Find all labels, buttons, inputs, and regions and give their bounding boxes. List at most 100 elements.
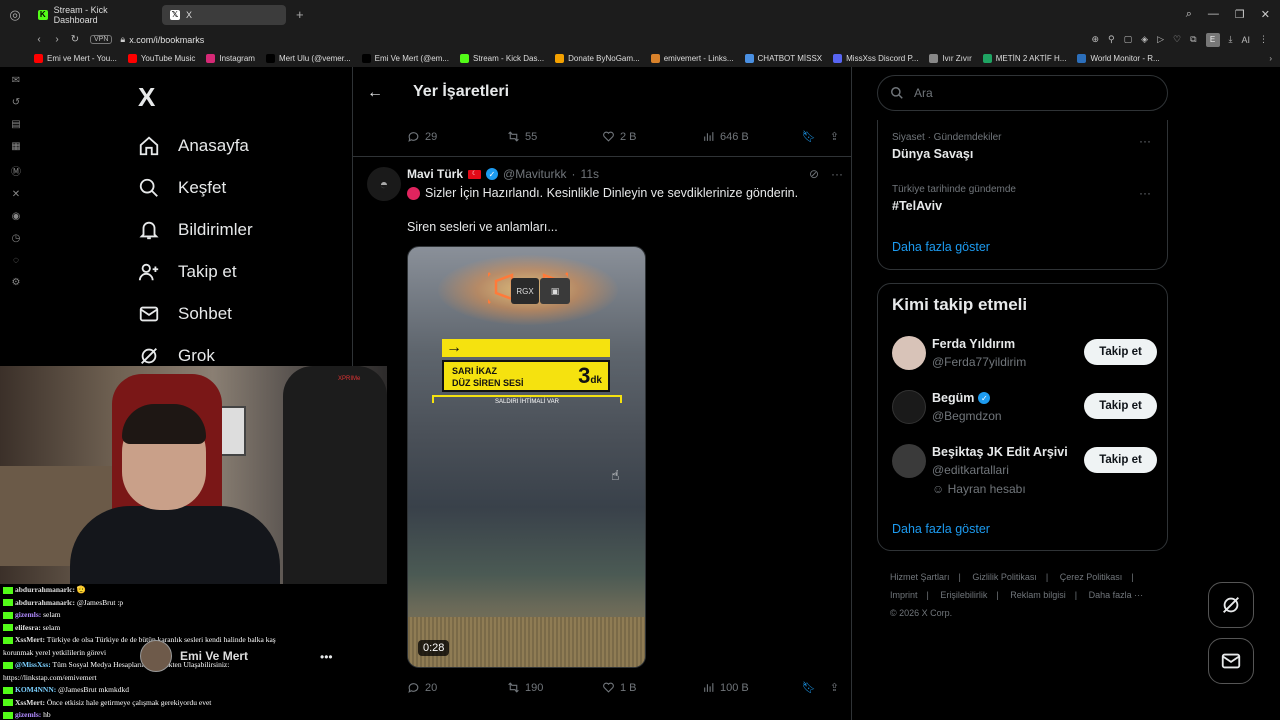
chat-username[interactable]: abdurrahmanarlc: (15, 598, 75, 607)
tweet-author-name[interactable]: Mavi Türk (407, 167, 463, 181)
record-icon[interactable]: ◉ (12, 211, 21, 222)
messenger-icon[interactable]: ✉ (12, 75, 20, 86)
bookmark-icon[interactable]: 🔖︎ (802, 130, 816, 143)
bookmark-item[interactable]: CHATBOT MİSSX (744, 54, 822, 63)
footer-link[interactable]: Çerez Politikası (1060, 572, 1123, 582)
footer-link[interactable]: Erişilebilirlik (940, 590, 987, 600)
share-icon[interactable]: ⇪ (830, 130, 839, 143)
bookmark-item[interactable]: Emi ve Mert - You... (34, 54, 117, 63)
reload-icon[interactable]: ↻ (66, 34, 84, 45)
wallet-icon[interactable]: ▤ (11, 119, 20, 130)
new-tab-button[interactable]: + (290, 7, 310, 22)
bookmark-item[interactable]: MissXss Discord P... (833, 54, 918, 63)
tweet-video[interactable]: RGX ▣ → SARI İKAZ DÜZ SİREN SESİ 3dk SAL… (407, 246, 646, 668)
play-icon[interactable]: ▷ (1157, 34, 1164, 45)
search-icon[interactable]: ⌕ (1186, 8, 1192, 21)
chat-username[interactable]: @MissXss: (15, 660, 51, 669)
back-icon[interactable]: ‹ (30, 34, 48, 45)
bookmark-item[interactable]: Stream - Kick Das... (460, 54, 544, 63)
follow-button[interactable]: Takip et (1084, 339, 1157, 365)
more-icon[interactable]: ··· (1139, 134, 1151, 148)
close-icon[interactable]: ✕ (1261, 8, 1270, 21)
bookmark-item[interactable]: Ivır Zıvır (929, 54, 972, 63)
tweet-time[interactable]: 11s (581, 167, 599, 181)
share-icon[interactable]: ⇪ (830, 681, 839, 694)
footer-link[interactable]: Reklam bilgisi (1010, 590, 1066, 600)
reply-button[interactable]: 20 (407, 681, 507, 694)
nav-home[interactable]: Anasayfa (138, 125, 348, 167)
chat-username[interactable]: elifesra: (15, 623, 41, 632)
news-icon[interactable]: ▦ (11, 141, 20, 152)
like-button[interactable]: 1 B (602, 681, 702, 694)
browser-logo-icon[interactable]: ◎ (0, 0, 30, 29)
bookmark-item[interactable]: World Monitor - R... (1077, 54, 1160, 63)
bookmark-icon[interactable]: 🔖︎ (802, 681, 816, 694)
messages-fab-button[interactable] (1208, 638, 1254, 684)
nav-explore[interactable]: Keşfet (138, 167, 348, 209)
chat-username[interactable]: gizemls: (15, 710, 41, 719)
grok-explain-icon[interactable]: ⊘ (809, 167, 819, 181)
history-icon[interactable]: ↺ (12, 97, 20, 108)
avatar[interactable] (892, 390, 926, 424)
reply-button[interactable]: 29 (407, 130, 507, 143)
chat-username[interactable]: abdurrahmanarlc: (15, 585, 75, 594)
screenshot-icon[interactable]: ▢ (1124, 34, 1133, 45)
trend-item[interactable]: Siyaset · Gündemdekiler Dünya Savaşı ··· (892, 132, 1157, 161)
grok-fab-button[interactable] (1208, 582, 1254, 628)
settings-icon[interactable]: ⚙ (12, 277, 21, 288)
more-icon[interactable]: ••• (320, 650, 333, 664)
extensions-icon[interactable]: ⧉ (1190, 34, 1196, 45)
bookmark-item[interactable]: Instagram (206, 54, 255, 63)
footer-link[interactable]: Hizmet Şartları (890, 572, 950, 582)
minimize-icon[interactable]: — (1208, 8, 1219, 21)
who-show-more-link[interactable]: Daha fazla göster (892, 522, 990, 536)
nav-chat[interactable]: Sohbet (138, 293, 348, 335)
search-input[interactable]: Ara (877, 75, 1168, 111)
ai-icon[interactable]: AI (1241, 35, 1250, 45)
trends-show-more-link[interactable]: Daha fazla göster (892, 240, 990, 254)
views-button[interactable]: 646 B (702, 130, 797, 143)
zoom-icon[interactable]: ⊕ (1091, 34, 1099, 45)
x-logo[interactable]: X (138, 82, 155, 113)
tab-x[interactable]: 𝕏 X (162, 4, 286, 25)
maximize-icon[interactable]: ❐ (1235, 8, 1245, 21)
bookmark-item[interactable]: METİN 2 AKTİF H... (982, 54, 1066, 63)
bookmarks-overflow-icon[interactable]: › (1269, 54, 1272, 63)
x-side-icon[interactable]: ✕ (12, 189, 20, 200)
bookmark-item[interactable]: Mert Ulu (@vemer... (265, 54, 351, 63)
tweet-avatar[interactable]: ◓ (367, 167, 401, 201)
clock-icon[interactable]: ◷ (12, 233, 21, 244)
bookmark-item[interactable]: Donate ByNoGam... (555, 54, 640, 63)
who-item[interactable]: Begüm ✓ @Begmdzon Takip et (892, 390, 1157, 434)
bookmark-item[interactable]: Emi Ve Mert (@em... (361, 54, 449, 63)
more-icon[interactable]: ··· (1139, 186, 1151, 200)
repost-button[interactable]: 55 (507, 130, 602, 143)
chat-username[interactable]: gizemls: (15, 610, 41, 619)
follow-button[interactable]: Takip et (1084, 447, 1157, 473)
avatar[interactable] (892, 336, 926, 370)
views-button[interactable]: 100 B (702, 681, 797, 694)
chat-username[interactable]: XssMert: (15, 635, 45, 644)
forward-icon[interactable]: › (48, 34, 66, 45)
chat-username[interactable]: KOM4NNN: (15, 685, 56, 694)
footer-link[interactable]: Imprint (890, 590, 918, 600)
menu-icon[interactable]: ⋮ (1259, 34, 1268, 45)
bookmark-item[interactable]: YouTube Music (127, 54, 195, 63)
trend-item[interactable]: Türkiye tarihinde gündemde #TelAviv ··· (892, 184, 1157, 213)
footer-link[interactable]: Daha fazla ··· (1089, 590, 1144, 600)
more-icon[interactable]: ··· (831, 167, 843, 181)
avatar[interactable] (892, 444, 926, 478)
m-icon[interactable]: Ⓜ (11, 163, 21, 178)
nav-follow[interactable]: Takip et (138, 251, 348, 293)
who-item[interactable]: Ferda Yıldırım @Ferda77yildirim Takip et (892, 336, 1157, 380)
avatar[interactable] (140, 640, 172, 672)
like-button[interactable]: 2 B (602, 130, 702, 143)
repost-button[interactable]: 190 (507, 681, 602, 694)
bookmark-item[interactable]: emivemert - Links... (650, 54, 734, 63)
tab-kick-dashboard[interactable]: K Stream - Kick Dashboard (30, 5, 158, 25)
download-icon[interactable]: ⤓ (1229, 34, 1233, 45)
shield-icon[interactable]: ◈ (1141, 34, 1148, 45)
nav-notifications[interactable]: Bildirimler (138, 209, 348, 251)
vpn-badge[interactable]: VPN (90, 35, 113, 44)
who-item[interactable]: Beşiktaş JK Edit Arşivi @editkartallari … (892, 444, 1157, 500)
